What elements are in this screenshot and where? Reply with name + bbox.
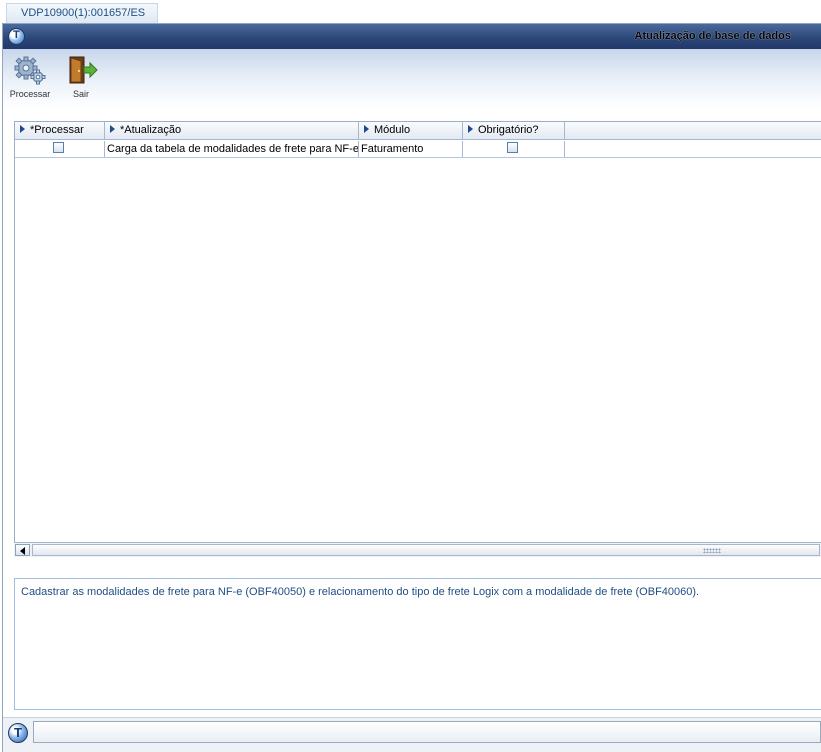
updates-grid: *Processar *Atualização Módulo Obrigatór…: [14, 121, 821, 557]
toolbar: Processar Sair: [3, 49, 821, 109]
process-button[interactable]: Processar: [9, 55, 51, 99]
status-bar: T: [3, 717, 821, 752]
exit-door-icon: [69, 56, 98, 84]
obrigatorio-checkbox[interactable]: [507, 142, 518, 153]
gears-icon: [14, 56, 46, 85]
sort-arrow-icon: [468, 125, 473, 133]
tab-bar: VDP10900(1):001657/ES: [0, 0, 821, 24]
table-row[interactable]: Carga da tabela de modalidades de frete …: [15, 141, 821, 158]
scrollbar-thumb[interactable]: [32, 544, 820, 556]
obrigatorio-cell: [463, 141, 565, 157]
sort-arrow-icon: [20, 125, 25, 133]
sort-arrow-icon: [364, 125, 369, 133]
column-header-obrigatorio[interactable]: Obrigatório?: [463, 122, 565, 139]
processar-cell: [15, 141, 105, 157]
modulo-cell: Faturamento: [359, 141, 463, 157]
description-panel: Cadastrar as modalidades de frete para N…: [14, 578, 821, 710]
scroll-left-button[interactable]: [15, 544, 30, 556]
atualizacao-cell: Carga da tabela de modalidades de frete …: [107, 141, 359, 157]
grip-icon: [703, 548, 721, 553]
grid-header: *Processar *Atualização Módulo Obrigatór…: [15, 122, 821, 140]
column-header-modulo[interactable]: Módulo: [359, 122, 463, 139]
sort-arrow-icon: [110, 125, 115, 133]
title-bar: T Atualização de base de dados: [3, 24, 821, 49]
column-header-processar[interactable]: *Processar: [15, 122, 105, 139]
horizontal-scrollbar[interactable]: [14, 542, 821, 557]
window-title: Atualização de base de dados: [634, 30, 792, 42]
program-window: T Atualização de base de dados Processar…: [2, 23, 821, 752]
exit-button[interactable]: Sair: [65, 55, 98, 99]
program-tab[interactable]: VDP10900(1):001657/ES: [6, 3, 158, 24]
status-message-field: [33, 721, 821, 743]
process-button-label: Processar: [9, 89, 51, 99]
processar-checkbox[interactable]: [53, 142, 64, 153]
exit-button-label: Sair: [72, 89, 89, 99]
totvs-logo-icon[interactable]: T: [8, 28, 25, 45]
totvs-status-icon[interactable]: T: [8, 723, 28, 743]
column-header-atualizacao[interactable]: *Atualização: [105, 122, 359, 139]
